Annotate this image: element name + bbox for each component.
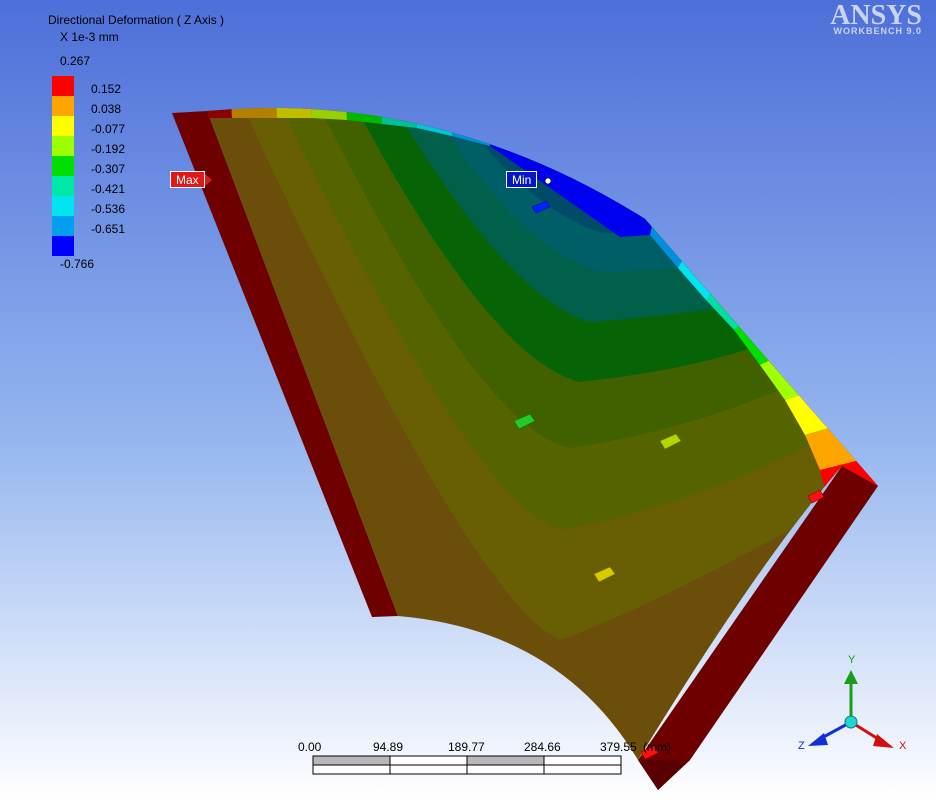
rim-segment [275,108,312,118]
rim-segment [415,108,452,136]
brand-subtitle: WORKBENCH 9.0 [833,26,922,36]
legend-swatch [52,136,74,156]
legend-swatch [52,236,74,256]
model-scene[interactable] [0,0,936,800]
legend-min-value: -0.766 [60,257,95,271]
model-bottom-edge [638,760,690,790]
scale-tick-label: 284.66 [524,740,561,754]
min-marker-cursor [544,177,552,185]
scale-unit-label: (mm) [643,740,671,754]
legend-label: 0.038 [91,102,122,116]
legend-color-bar [52,76,74,256]
triad-z-label: Z [798,740,805,752]
brand-logo: ANSYS WORKBENCH 9.0 [830,0,922,36]
legend-label: -0.077 [91,122,126,136]
scale-bar [312,755,622,775]
legend-label: -0.651 [91,222,126,236]
min-probe-tag[interactable]: Min [506,171,538,188]
legend-labels: 0.152 0.038 -0.077 -0.192 -0.307 -0.421 … [91,81,125,241]
legend-swatch [52,176,74,196]
legend-swatch [52,76,74,96]
legend-swatch [52,96,74,116]
legend-label: -0.536 [91,202,126,216]
coordinate-triad[interactable] [808,670,894,748]
legend-max-value: 0.267 [60,54,91,68]
legend-label: -0.421 [91,182,126,196]
rim-segment [310,108,347,120]
legend-label: 0.152 [91,82,122,96]
model-top-face [207,108,878,760]
legend-swatch [52,196,74,216]
rim-segment [380,108,417,128]
triad-x-label: X [899,740,907,752]
legend-unit: X 1e-3 mm [60,30,119,44]
legend-swatch [52,156,74,176]
scale-tick-label: 94.89 [373,740,404,754]
rim-segment [345,108,382,124]
legend-swatch [52,116,74,136]
scale-tick-label: 379.55 [600,740,637,754]
scale-tick-label: 189.77 [448,740,485,754]
legend-swatch [52,216,74,236]
rim-segment [230,108,277,118]
scale-tick-label: 0.00 [298,740,322,754]
legend-label: -0.307 [91,162,126,176]
legend-label: -0.192 [91,142,126,156]
3d-viewport[interactable]: Directional Deformation ( Z Axis ) X 1e-… [0,0,936,800]
triad-y-label: Y [848,654,856,666]
max-probe-tag[interactable]: Max [170,171,205,188]
legend-title: Directional Deformation ( Z Axis ) [48,13,225,27]
